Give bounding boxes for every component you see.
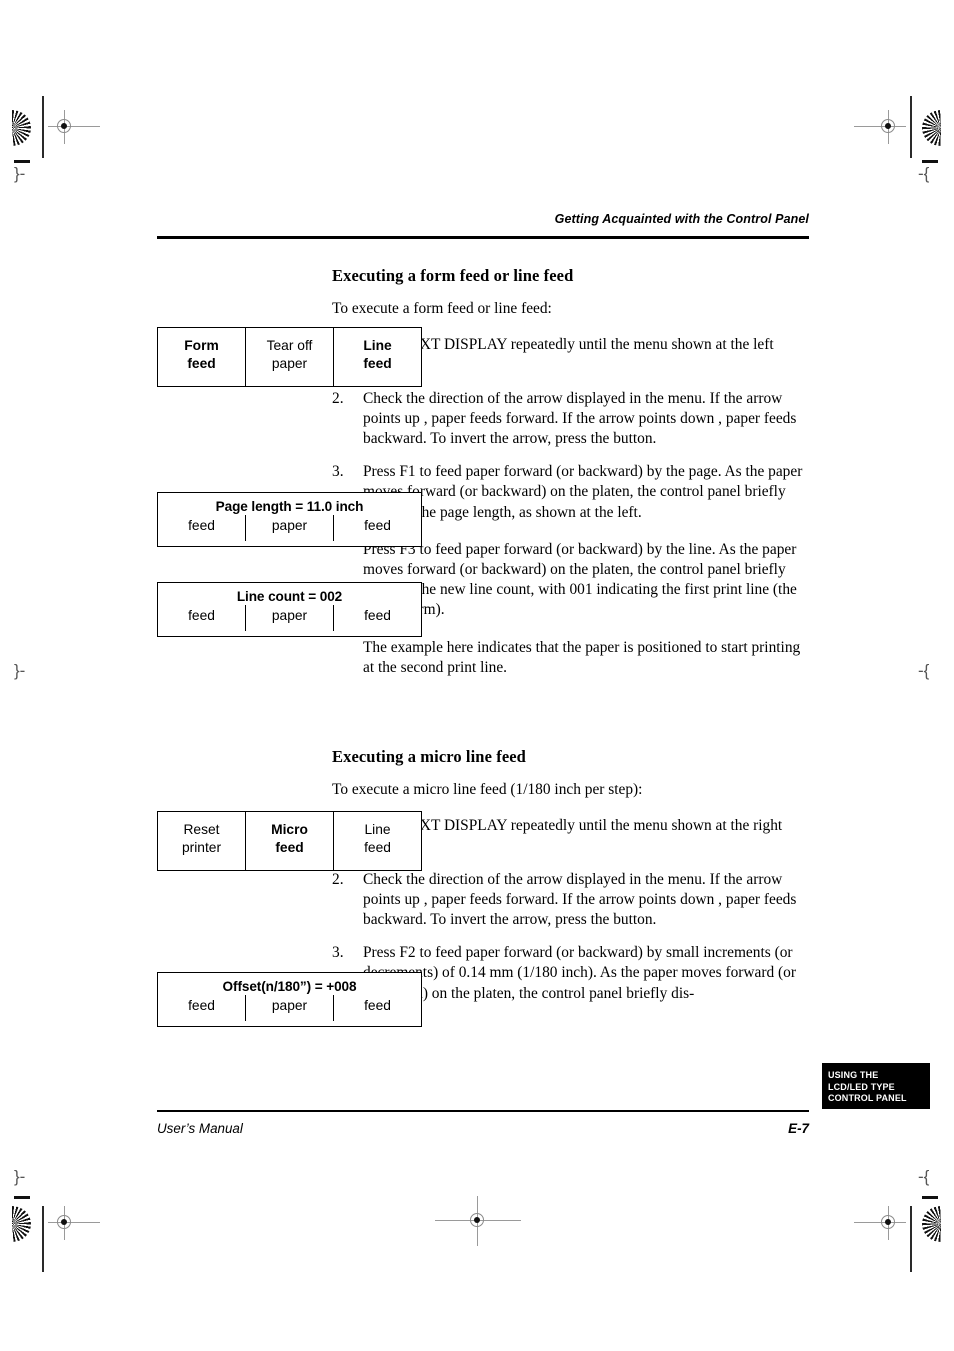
manual-page: Getting Acquainted with the Control Pane… — [0, 0, 954, 1351]
lcd-cell[interactable]: paper — [245, 515, 333, 541]
step-number: 3. — [332, 463, 344, 481]
step-subparagraph: The example here indicates that the pape… — [363, 638, 801, 676]
lcd-cell[interactable]: Reset printer — [158, 812, 245, 870]
step-number: 3. — [332, 944, 344, 962]
lcd-cell-row: feed paper feed — [158, 605, 421, 631]
step-item: 2. Check the direction of the arrow disp… — [332, 389, 810, 450]
lcd-cell[interactable]: Tear off paper — [245, 328, 333, 386]
lcd-cell-row: Reset printer Micro feed Line feed — [158, 812, 421, 870]
running-header: Getting Acquainted with the Control Pane… — [554, 212, 809, 226]
lcd-cell[interactable]: feed — [158, 995, 245, 1021]
lcd-panel-offset[interactable]: Offset(n/180”) = +008 feed paper feed — [157, 972, 422, 1027]
lcd-cell-row: feed paper feed — [158, 995, 421, 1021]
section-heading-form-feed: Executing a form feed or line feed — [332, 266, 574, 285]
footer-rule — [157, 1110, 809, 1113]
lcd-cell[interactable]: Form feed — [158, 328, 245, 386]
step-text: Press NEXT DISPLAY repeatedly until the … — [363, 817, 783, 854]
step-text: Press F1 to feed paper forward (or backw… — [363, 463, 803, 521]
lcd-cell[interactable]: Line feed — [333, 812, 421, 870]
header-rule — [157, 236, 809, 240]
lcd-cell[interactable]: paper — [245, 605, 333, 631]
lcd-cell[interactable]: Micro feed — [245, 812, 333, 870]
side-tab-line-1: USING THE — [828, 1070, 879, 1080]
step-item: 2. Check the direction of the arrow disp… — [332, 870, 810, 931]
step-number: 2. — [332, 870, 344, 888]
lcd-panel-micro-feed-menu[interactable]: Reset printer Micro feed Line feed — [157, 811, 422, 871]
section-lead-form-feed: To execute a form feed or line feed: — [332, 300, 552, 317]
lcd-cell-row: feed paper feed — [158, 515, 421, 541]
lcd-cell-row: Form feed Tear off paper Line feed — [158, 328, 421, 386]
lcd-cell[interactable]: Line feed — [333, 328, 421, 386]
lcd-panel-page-length[interactable]: Page length = 11.0 inch feed paper feed — [157, 492, 422, 547]
page-number: E-7 — [788, 1121, 809, 1136]
lcd-cell[interactable]: feed — [333, 515, 421, 541]
side-tab-chapter-marker: USING THE LCD/LED TYPE CONTROL PANEL — [822, 1063, 930, 1109]
step-number: 2. — [332, 389, 344, 407]
lcd-cell[interactable]: feed — [333, 995, 421, 1021]
side-tab-line-3: CONTROL PANEL — [828, 1093, 907, 1103]
step-text: Check the direction of the arrow display… — [363, 389, 797, 448]
section-lead-micro-line-feed: To execute a micro line feed (1/180 inch… — [332, 781, 643, 798]
step-subparagraph: Press F3 to feed paper forward (or backw… — [363, 540, 797, 619]
lcd-panel-line-count[interactable]: Line count = 002 feed paper feed — [157, 582, 422, 637]
lcd-title: Page length = 11.0 inch — [215, 499, 364, 514]
lcd-cell[interactable]: feed — [158, 605, 245, 631]
lcd-cell[interactable]: feed — [158, 515, 245, 541]
footer-document-title: User’s Manual — [157, 1121, 243, 1136]
lcd-cell[interactable]: paper — [245, 995, 333, 1021]
step-text: Press F2 to feed paper forward (or backw… — [363, 944, 796, 1002]
section-heading-micro-line-feed: Executing a micro line feed — [332, 747, 526, 766]
step-text: Press NEXT DISPLAY repeatedly until the … — [363, 336, 774, 373]
section-micro-line-feed: Executing a micro line feed To execute a… — [332, 747, 810, 1004]
step-text: Check the direction of the arrow display… — [363, 870, 797, 929]
lcd-cell[interactable]: feed — [333, 605, 421, 631]
lcd-title: Line count = 002 — [236, 589, 343, 604]
side-tab-line-2: LCD/LED TYPE — [828, 1081, 895, 1092]
lcd-panel-form-feed-menu[interactable]: Form feed Tear off paper Line feed — [157, 327, 422, 387]
lcd-title: Offset(n/180”) = +008 — [222, 979, 357, 994]
